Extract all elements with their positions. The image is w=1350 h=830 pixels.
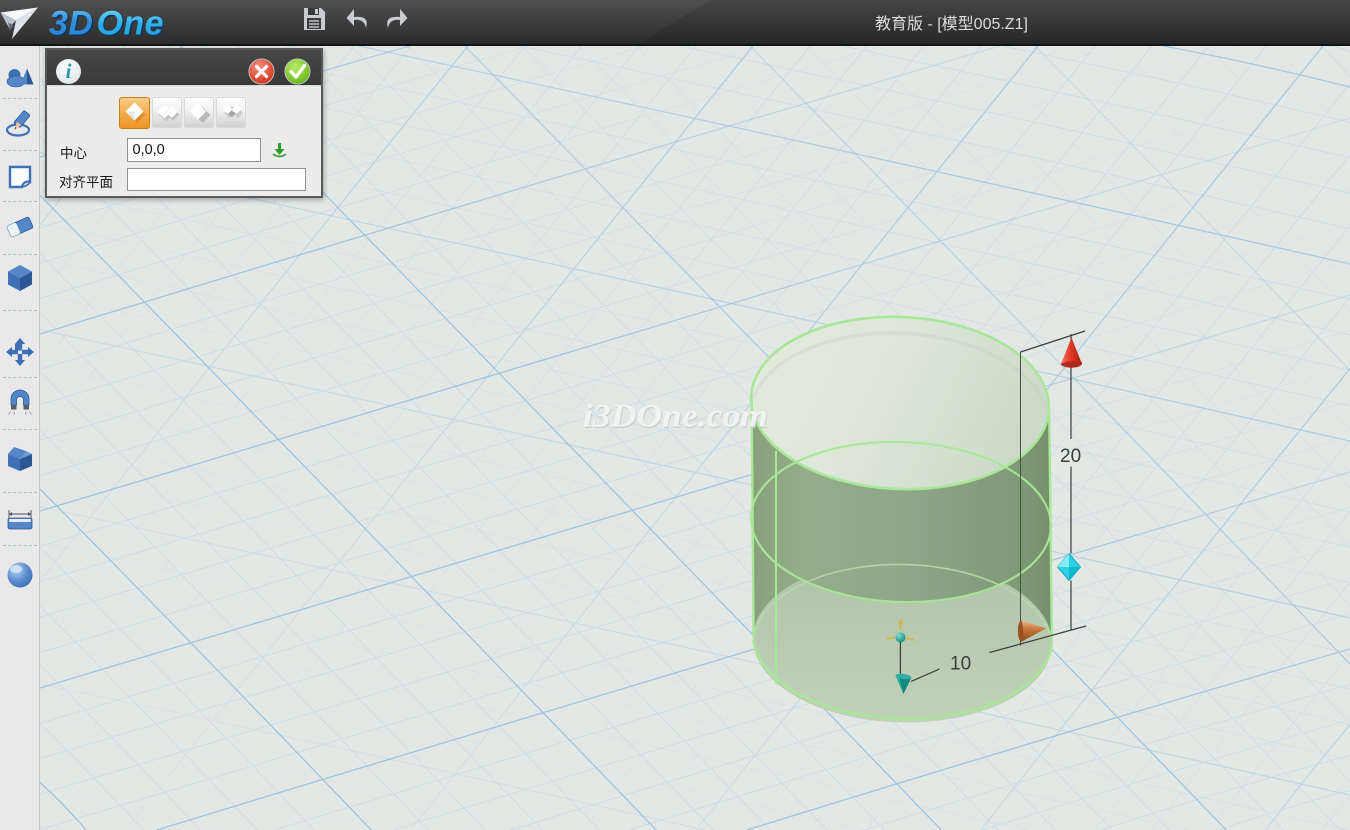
svg-text:10: 10 bbox=[950, 654, 971, 675]
svg-text:i3DOne.com: i3DOne.com bbox=[583, 399, 768, 435]
svg-text:20: 20 bbox=[1060, 446, 1081, 467]
svg-text:3DOne: 3DOne bbox=[49, 5, 164, 43]
